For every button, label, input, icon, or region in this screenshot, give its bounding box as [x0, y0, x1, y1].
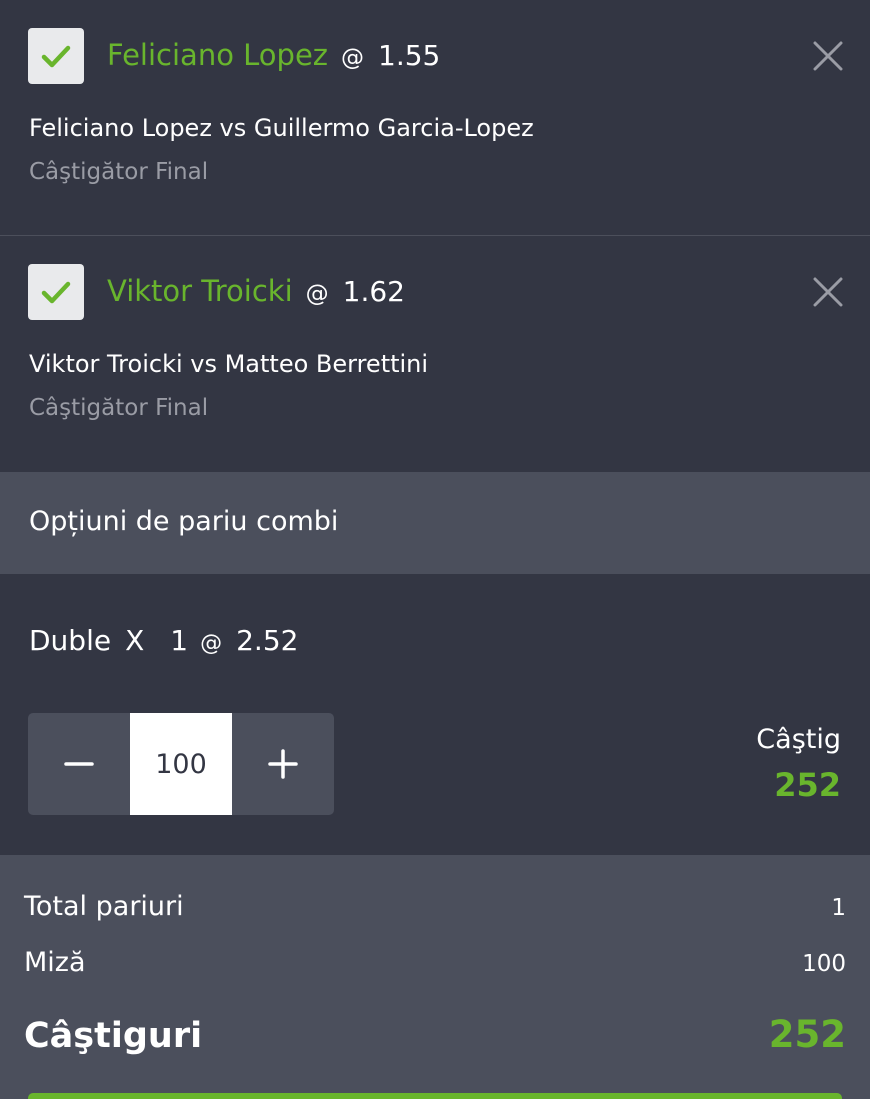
selection-item: Viktor Troicki @ 1.62 Viktor Troicki vs … [0, 236, 870, 471]
selection-market: Câştigător Final [29, 395, 209, 421]
stake-input[interactable] [130, 713, 232, 815]
summary-row: Miză 100 [24, 947, 846, 978]
combi-options-header[interactable]: Opțiuni de pariu combi [0, 472, 870, 574]
at-symbol: @ [341, 45, 365, 71]
betslip: Feliciano Lopez @ 1.55 Feliciano Lopez v… [0, 0, 870, 1099]
at-symbol: @ [305, 281, 329, 307]
combi-count: 1 [170, 624, 189, 657]
combi-bet-line: Duble X 1 @ 2.52 [29, 624, 298, 657]
place-bet-button[interactable] [28, 1093, 842, 1099]
stake-label: Miză [24, 947, 86, 978]
close-icon [813, 277, 843, 307]
combi-multiplier-sign: X [125, 624, 145, 657]
winnings-label: Câştiguri [24, 1016, 203, 1056]
selection-checkbox[interactable] [28, 28, 84, 84]
potential-win-value: 252 [774, 766, 841, 804]
summary-row: Total pariuri 1 [24, 891, 846, 922]
check-icon [41, 45, 71, 68]
stake-value: 100 [802, 951, 846, 977]
at-symbol: @ [200, 631, 223, 656]
selection-header: Viktor Troicki @ 1.62 [107, 274, 405, 314]
selection-player: Feliciano Lopez [107, 38, 329, 72]
potential-win-label: Câştig [756, 724, 841, 755]
increase-stake-button[interactable] [232, 713, 334, 815]
selection-checkbox[interactable] [28, 264, 84, 320]
total-bets-label: Total pariuri [24, 891, 184, 922]
selection-market: Câştigător Final [29, 159, 209, 185]
betslip-summary: Total pariuri 1 Miză 100 Câştiguri 252 [0, 855, 870, 1099]
check-icon [41, 281, 71, 304]
selection-odds: 1.62 [342, 275, 405, 308]
selection-match: Viktor Troicki vs Matteo Berrettini [29, 350, 429, 378]
combi-type: Duble [29, 624, 112, 657]
winnings-value: 252 [768, 1013, 846, 1056]
total-bets-value: 1 [831, 895, 846, 921]
summary-row: Câştiguri 252 [24, 1013, 846, 1056]
selection-player: Viktor Troicki [107, 274, 293, 308]
plus-icon [268, 749, 298, 779]
remove-selection-button[interactable] [812, 40, 844, 72]
selection-match: Feliciano Lopez vs Guillermo Garcia-Lope… [29, 114, 534, 142]
selection-odds: 1.55 [378, 39, 441, 72]
remove-selection-button[interactable] [812, 276, 844, 308]
combi-options-title: Opțiuni de pariu combi [29, 506, 339, 537]
minus-icon [64, 762, 94, 766]
close-icon [813, 41, 843, 71]
combi-odds: 2.52 [236, 624, 299, 657]
decrease-stake-button[interactable] [28, 713, 130, 815]
stake-stepper [28, 713, 334, 815]
combi-bet-panel: Duble X 1 @ 2.52 Câştig 252 [0, 574, 870, 855]
selection-header: Feliciano Lopez @ 1.55 [107, 38, 440, 78]
selection-item: Feliciano Lopez @ 1.55 Feliciano Lopez v… [0, 0, 870, 235]
